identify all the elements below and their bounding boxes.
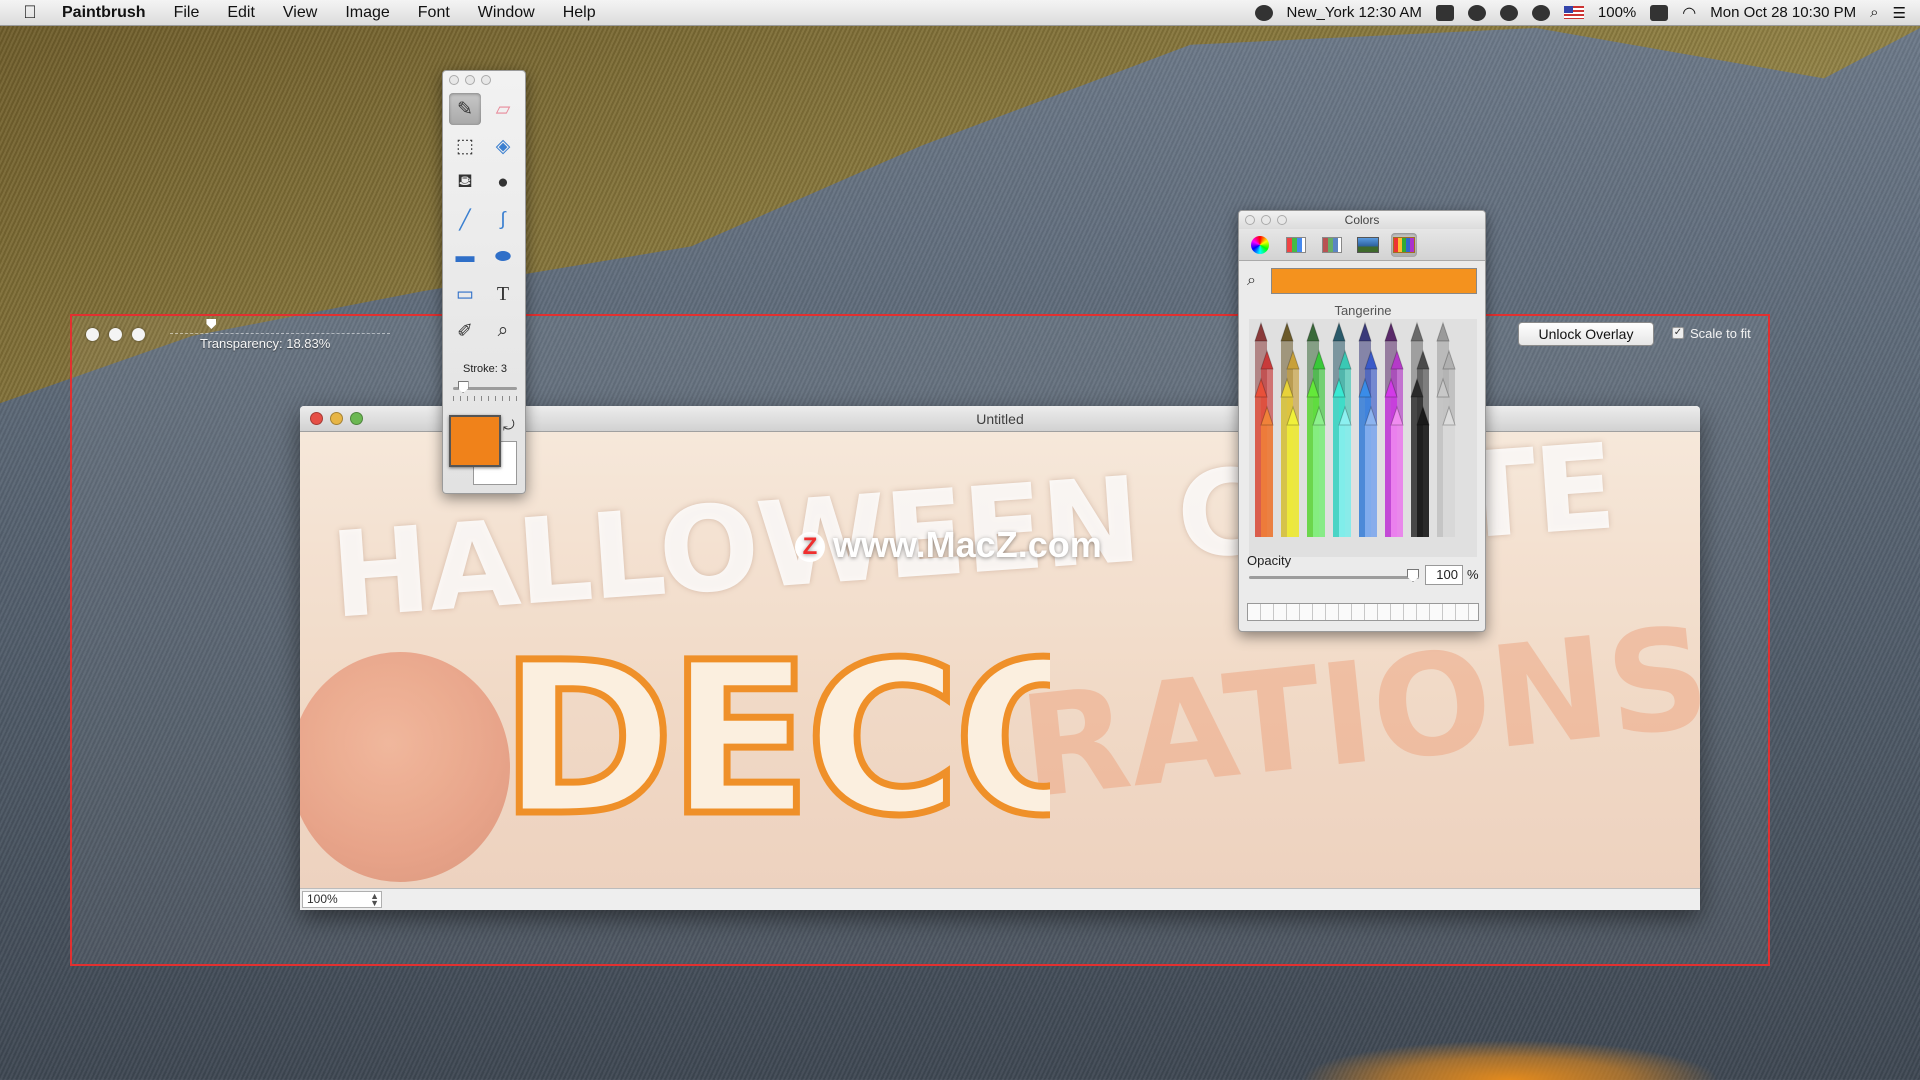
overlay-panel[interactable]: Transparency: 18.83% Unlock Overlay ✓ Sc… (70, 314, 1770, 966)
selection-icon[interactable]: ⬚ (449, 130, 481, 162)
color-wheel-icon (1251, 236, 1269, 254)
foreground-color-swatch[interactable] (449, 415, 501, 467)
menu-file[interactable]: File (160, 4, 214, 22)
palette-close-button[interactable] (449, 75, 459, 85)
menu-font[interactable]: Font (404, 4, 464, 22)
opacity-slider-knob[interactable] (1407, 569, 1419, 582)
menu-window[interactable]: Window (464, 4, 549, 22)
crayon[interactable] (1442, 405, 1456, 537)
overlay-toolbar: Transparency: 18.83% Unlock Overlay ✓ Sc… (72, 316, 1768, 351)
crayon[interactable] (1390, 405, 1404, 537)
colors-panel: Colors ⌕ Tangerine Opacity 100 % (1238, 210, 1486, 632)
brush-icon[interactable]: ✎ (449, 93, 481, 125)
selected-color-name: Tangerine (1334, 303, 1392, 318)
crayons-icon (1393, 237, 1415, 253)
battery-icon[interactable] (1650, 4, 1669, 21)
sync-icon[interactable] (1499, 4, 1518, 21)
image-palettes-icon (1357, 237, 1379, 253)
status-menus: New_York 12:30 AM 100% ◠ Mon Oct 28 10:3… (1254, 3, 1920, 23)
opacity-label: Opacity (1247, 553, 1292, 568)
world-clock[interactable]: New_York 12:30 AM (1287, 4, 1422, 21)
palette-minimize-button[interactable] (465, 75, 475, 85)
curve-icon[interactable]: ∫ (487, 204, 519, 236)
stroke-slider-knob[interactable] (457, 381, 469, 393)
unlock-overlay-button[interactable]: Unlock Overlay (1518, 322, 1654, 346)
eyedropper-icon[interactable]: ✐ (449, 315, 481, 347)
menu-edit[interactable]: Edit (213, 4, 269, 22)
apple-menu-icon[interactable]:  (0, 2, 60, 23)
line-icon[interactable]: ╱ (449, 204, 481, 236)
menu-bar:  Paintbrush File Edit View Image Font W… (0, 0, 1920, 26)
scale-to-fit-checkbox[interactable]: ✓ (1672, 327, 1684, 339)
scale-to-fit-label: Scale to fit (1690, 326, 1751, 341)
battery-percent[interactable]: 100% (1598, 4, 1636, 21)
swap-colors-icon[interactable]: ⤾ (503, 417, 515, 434)
menubar-clock[interactable]: Mon Oct 28 10:30 PM (1710, 4, 1856, 21)
rounded-rect-icon[interactable]: ▭ (449, 278, 481, 310)
overlay-close-button[interactable] (86, 328, 99, 341)
transparency-label: Transparency: 18.83% (200, 336, 331, 351)
image-palettes-tab[interactable] (1355, 233, 1381, 257)
tool-palette: ✎ ▱ ⬚ ◈ ⛾ ● ╱ ∫ ▬ ⬬ ▭ T ✐ ⌕ Stroke: 3 ⤾ (442, 70, 526, 494)
opacity-unit: % (1467, 567, 1479, 582)
crayon[interactable] (1364, 405, 1378, 537)
selected-color-well[interactable] (1271, 268, 1477, 294)
overlay-minimize-button[interactable] (109, 328, 122, 341)
crayon[interactable] (1286, 405, 1300, 537)
zoom-icon[interactable]: ⌕ (487, 315, 519, 347)
time-machine-icon[interactable] (1531, 4, 1550, 21)
color-palettes-icon (1322, 237, 1342, 253)
menu-help[interactable]: Help (549, 4, 610, 22)
fill-tag-icon[interactable]: ◈ (487, 130, 519, 162)
input-source-flag-icon[interactable] (1563, 6, 1584, 19)
stroke-slider-ticks (453, 396, 517, 401)
text-icon[interactable]: T (487, 278, 519, 310)
crayon[interactable] (1416, 405, 1430, 537)
overlay-zoom-button[interactable] (132, 328, 145, 341)
status-app-icon[interactable] (1435, 4, 1454, 21)
paint-bucket-icon[interactable]: ⛾ (449, 167, 481, 199)
color-wheel-tab[interactable] (1247, 233, 1273, 257)
color-search-icon[interactable]: ⌕ (1247, 272, 1256, 290)
notification-icon[interactable] (1467, 4, 1486, 21)
colors-title: Colors (1344, 213, 1380, 227)
custom-swatches[interactable] (1247, 603, 1479, 621)
menu-image[interactable]: Image (331, 4, 403, 22)
app-menu[interactable]: Paintbrush (60, 4, 160, 22)
clock-globe-icon[interactable] (1254, 4, 1273, 21)
bomb-icon[interactable]: ● (487, 167, 519, 199)
palette-window-controls (449, 75, 491, 85)
opacity-slider[interactable] (1249, 576, 1419, 579)
color-search-row: ⌕ (1239, 262, 1485, 298)
crayon[interactable] (1260, 405, 1274, 537)
spotlight-icon[interactable]: ⌕ (1870, 4, 1878, 21)
desktop-glow (1300, 1040, 1720, 1080)
ellipse-icon[interactable]: ⬬ (487, 241, 519, 273)
notification-center-icon[interactable]: ☰ (1893, 4, 1906, 22)
stroke-label: Stroke: 3 (462, 363, 508, 375)
crayons-tab[interactable] (1391, 233, 1417, 257)
crayon-box[interactable] (1249, 319, 1477, 557)
menu-view[interactable]: View (269, 4, 331, 22)
eraser-icon[interactable]: ▱ (487, 93, 519, 125)
crayon[interactable] (1312, 405, 1326, 537)
crayon[interactable] (1338, 405, 1352, 537)
color-sliders-tab[interactable] (1283, 233, 1309, 257)
colors-tab-bar (1239, 229, 1485, 261)
opacity-field[interactable]: 100 (1425, 565, 1463, 585)
palette-zoom-button[interactable] (481, 75, 491, 85)
color-sliders-icon (1286, 237, 1306, 253)
rectangle-icon[interactable]: ▬ (449, 241, 481, 273)
transparency-slider[interactable] (170, 328, 390, 334)
color-palettes-tab[interactable] (1319, 233, 1345, 257)
colors-titlebar[interactable]: Colors (1239, 211, 1485, 229)
wifi-icon[interactable]: ◠ (1682, 3, 1696, 23)
